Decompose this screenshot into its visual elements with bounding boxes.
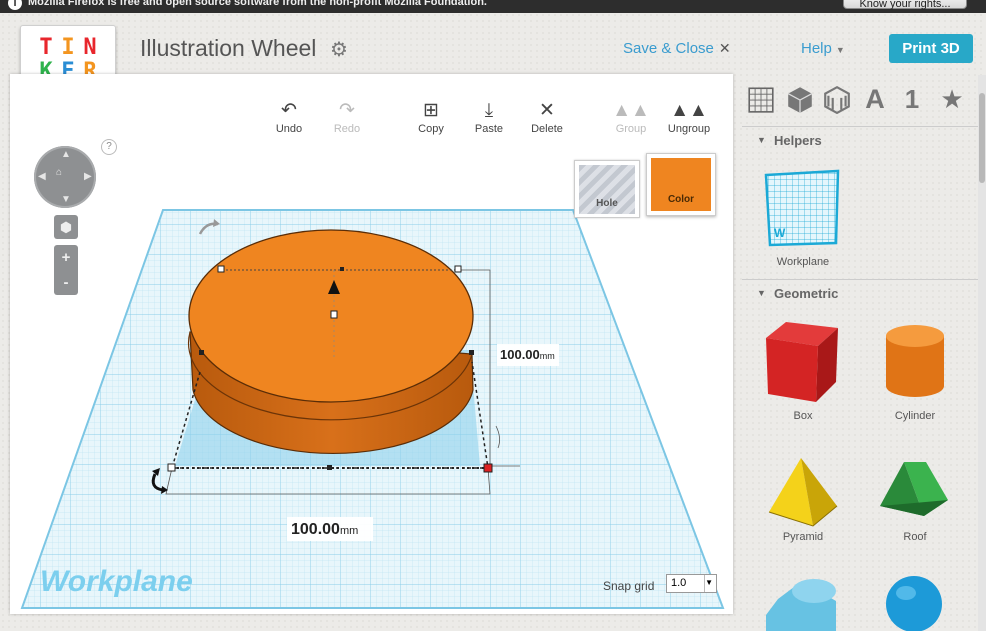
redo-icon: ↷ [339, 100, 355, 121]
orbit-pad[interactable]: ▲ ▼ ◀ ▶ ⌂ [34, 146, 96, 208]
help-question-icon[interactable]: ? [101, 139, 117, 155]
delete-icon: ✕ [539, 100, 555, 121]
delete-button[interactable]: ✕ Delete [519, 99, 575, 135]
undo-button[interactable]: ↶ Undo [261, 99, 317, 135]
perspective-cube-icon[interactable]: ⬢ [54, 215, 78, 239]
print-3d-button[interactable]: Print 3D [889, 34, 973, 63]
color-label: Color [651, 158, 711, 211]
browser-notice-bar: i Mozilla Firefox is free and open sourc… [0, 0, 986, 13]
color-swatch[interactable]: Color [646, 153, 716, 216]
cube-icon[interactable] [785, 84, 815, 114]
pyramid-shape-icon[interactable] [765, 456, 841, 530]
chevron-down-icon: ▼ [705, 578, 713, 587]
edge-handle[interactable] [340, 267, 344, 271]
ungroup-label: Ungroup [667, 123, 711, 135]
striped-cube-icon[interactable] [822, 84, 852, 114]
helpers-section-header[interactable]: ▼ Helpers [742, 126, 978, 154]
save-close-label: Save & Close [623, 40, 714, 57]
arrow-down-icon[interactable]: ▼ [61, 194, 71, 205]
paste-icon: ⤓ [484, 100, 494, 121]
workplane-icon[interactable]: W [762, 167, 842, 249]
group-button[interactable]: ▲▲ Group [603, 99, 659, 135]
arrow-up-icon[interactable]: ▲ [61, 149, 71, 160]
undo-icon: ↶ [281, 100, 297, 121]
group-label: Group [615, 123, 647, 135]
hole-swatch[interactable]: Hole [574, 160, 640, 218]
undo-label: Undo [275, 123, 303, 135]
svg-text:W: W [774, 226, 786, 240]
pyramid-shape-label: Pyramid [782, 531, 824, 543]
letter-a-icon[interactable]: A [860, 84, 890, 114]
paste-button[interactable]: ⤓ Paste [461, 99, 517, 135]
arrow-right-icon[interactable]: ▶ [84, 171, 92, 182]
cylinder-shape-label: Cylinder [894, 410, 936, 422]
project-title[interactable]: Illustration Wheel [140, 35, 316, 62]
know-your-rights-button[interactable]: Know your rights... [843, 0, 967, 10]
corner-handle[interactable] [454, 265, 462, 273]
zoom-in-button[interactable]: + [54, 245, 78, 270]
geometric-title: Geometric [774, 286, 839, 301]
home-icon[interactable]: ⌂ [56, 167, 62, 178]
zoom-out-button[interactable]: - [54, 270, 78, 295]
edge-handle[interactable] [199, 350, 204, 355]
zoom-control: + - [54, 245, 78, 295]
round-roof-shape-icon[interactable] [762, 575, 842, 631]
height-handle[interactable] [330, 310, 338, 319]
info-icon: i [8, 0, 22, 10]
box-shape-icon[interactable] [760, 320, 842, 406]
corner-handle[interactable] [167, 463, 176, 472]
collapse-triangle-icon: ▼ [757, 135, 766, 145]
copy-icon: ⊞ [423, 100, 439, 121]
hole-label: Hole [579, 165, 635, 214]
geometric-section-header[interactable]: ▼ Geometric [742, 279, 978, 307]
save-close-link[interactable]: Save & Close ✕ [623, 40, 731, 57]
delete-label: Delete [531, 123, 563, 135]
workplane-watermark: Workplane [40, 565, 193, 598]
snap-grid-select[interactable]: 1.0 ▼ [666, 574, 717, 593]
edge-handle[interactable] [327, 465, 332, 470]
logo-letter: N [83, 35, 97, 60]
copy-button[interactable]: ⊞ Copy [403, 99, 459, 135]
group-icon: ▲▲ [612, 100, 650, 121]
redo-label: Redo [333, 123, 361, 135]
grid-icon[interactable] [746, 84, 776, 114]
snap-grid-label: Snap grid [603, 579, 655, 593]
workspace-panel: Workplane 100.00mm 100.00mm ↶ Undo ↷ Red… [10, 74, 733, 614]
unit-label: mm [340, 525, 358, 537]
star-icon[interactable]: ★ [937, 84, 967, 114]
logo-letter: T [39, 35, 53, 60]
roof-shape-icon[interactable] [876, 458, 952, 522]
collapse-triangle-icon: ▼ [757, 288, 766, 298]
box-shape-label: Box [793, 410, 813, 422]
gear-icon[interactable]: ⚙ [330, 37, 348, 62]
paste-label: Paste [474, 123, 504, 135]
redo-button[interactable]: ↷ Redo [319, 99, 375, 135]
help-label: Help [801, 40, 832, 57]
copy-label: Copy [418, 123, 444, 135]
logo-letter: I [61, 35, 75, 60]
help-menu[interactable]: Help ▼ [801, 40, 845, 57]
cylinder-shape-icon[interactable] [880, 322, 950, 402]
roof-shape-label: Roof [903, 531, 927, 543]
ungroup-button[interactable]: ▲▲ Ungroup [661, 99, 717, 135]
library-tabs: A 1 ★ [740, 84, 978, 118]
close-icon: ✕ [718, 40, 731, 56]
chevron-down-icon: ▼ [835, 45, 845, 55]
sphere-shape-icon[interactable] [883, 573, 945, 631]
browser-notice-text: Mozilla Firefox is free and open source … [28, 0, 487, 8]
library-scrollbar-thumb[interactable] [979, 93, 985, 183]
helpers-title: Helpers [774, 133, 822, 148]
edge-handle[interactable] [469, 350, 474, 355]
unit-label: mm [540, 351, 555, 361]
ungroup-icon: ▲▲ [670, 100, 708, 121]
arrow-left-icon[interactable]: ◀ [38, 171, 46, 182]
corner-handle-active[interactable] [483, 463, 493, 473]
3d-viewport[interactable]: Workplane 100.00mm 100.00mm [10, 74, 733, 614]
number-one-icon[interactable]: 1 [897, 84, 927, 114]
workplane-helper-label: Workplane [776, 256, 830, 268]
corner-handle[interactable] [217, 265, 225, 273]
snap-grid-value: 1.0 [671, 577, 687, 589]
